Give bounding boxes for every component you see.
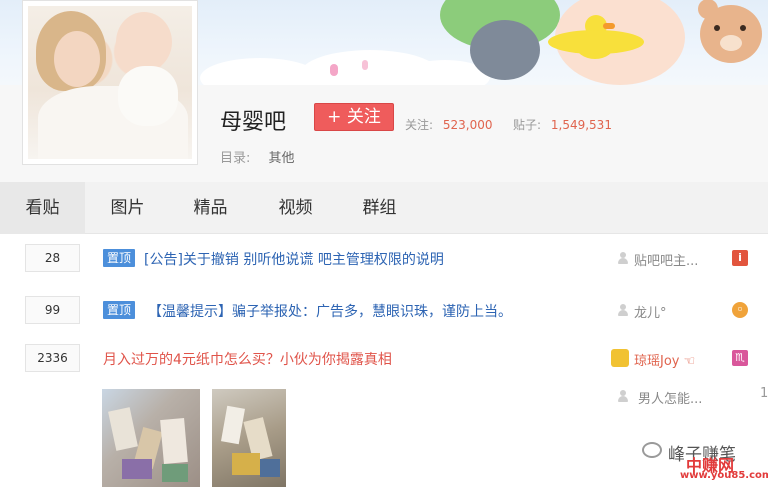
avatar-photo [28, 6, 192, 159]
last-reply-author[interactable]: 男人怎能... [638, 388, 702, 407]
thread-author[interactable]: 龙儿° [634, 302, 667, 321]
followers-count: 523,000 [442, 118, 493, 132]
catalog-value[interactable]: 其他 [269, 151, 295, 166]
posts-stat: 贴子: 1,549,531 [513, 116, 612, 133]
thread-image-thumbnail[interactable] [212, 389, 286, 487]
crab-badge-icon: ◦ [732, 302, 748, 318]
reply-count: 28 [25, 244, 80, 272]
vip-icon [611, 349, 629, 367]
posts-label: 贴子: [513, 118, 542, 132]
reply-count: 99 [25, 296, 80, 324]
followers-stat: 关注: 523,000 [405, 116, 493, 133]
thread-image-thumbnail[interactable] [102, 389, 200, 487]
follow-button[interactable]: + 关注 [314, 103, 394, 131]
watermark: 峰子赚笔 中赚网 www.you85.com [640, 440, 768, 487]
forum-avatar[interactable] [22, 0, 198, 165]
thread-author[interactable]: 贴吧吧主... [634, 250, 698, 269]
last-reply-number: 1 [760, 386, 768, 401]
reply-count: 2336 [25, 344, 80, 372]
user-icon [617, 304, 629, 316]
tab-posts[interactable]: 看贴 [0, 182, 85, 234]
tab-groups[interactable]: 群组 [337, 182, 422, 234]
thread-title[interactable]: 【温馨提示】骗子举报处：广告多，慧眼识珠，谨防上当。 [148, 301, 512, 321]
wechat-icon [642, 442, 662, 458]
user-icon [617, 390, 629, 402]
thread-title[interactable]: [公告]关于撤销 别听他说谎 吧主管理权限的说明 [144, 249, 444, 269]
watermark-url: www.you85.com [680, 470, 768, 481]
catalog-label: 目录: [220, 151, 251, 166]
thread-author[interactable]: 琼瑶Joy ☜ [634, 350, 695, 369]
tab-featured[interactable]: 精品 [168, 182, 253, 234]
thread-row[interactable]: 99 置顶 【温馨提示】骗子举报处：广告多，慧眼识珠，谨防上当。 龙儿° ◦ [0, 290, 768, 340]
posts-count: 1,549,531 [550, 118, 612, 132]
catalog: 目录: 其他 [220, 147, 295, 166]
forum-title: 母婴吧 [220, 110, 287, 135]
info-badge-icon: i [732, 250, 748, 266]
bear-icon [690, 0, 768, 85]
forum-tabs: 看贴 图片 精品 视频 群组 [0, 182, 768, 234]
pinned-badge: 置顶 [103, 249, 135, 267]
tab-videos[interactable]: 视频 [253, 182, 338, 234]
pinned-badge: 置顶 [103, 301, 135, 319]
zodiac-badge-icon: ♏ [732, 350, 748, 366]
thread-title[interactable]: 月入过万的4元纸巾怎么买？小伙为你揭露真相 [103, 349, 392, 369]
followers-label: 关注: [405, 118, 434, 132]
thread-row[interactable]: 28 置顶 [公告]关于撤销 别听他说谎 吧主管理权限的说明 贴吧吧主... i [0, 240, 768, 290]
user-icon [617, 252, 629, 264]
tab-images[interactable]: 图片 [85, 182, 170, 234]
